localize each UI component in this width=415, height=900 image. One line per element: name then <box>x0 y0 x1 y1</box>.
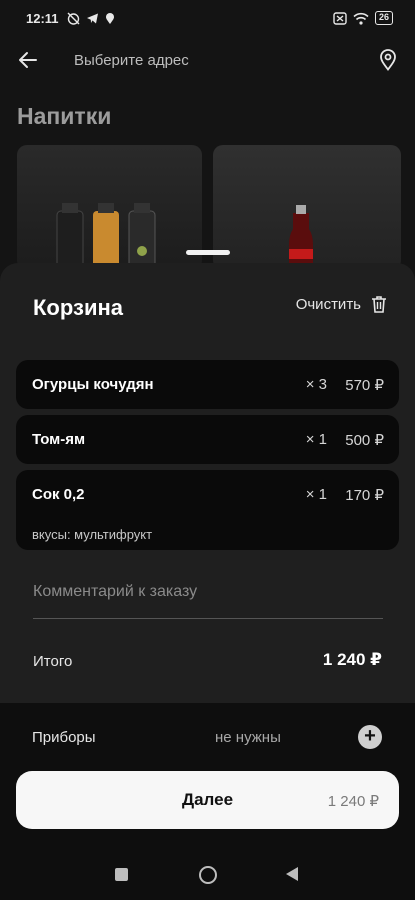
cart-item-option: вкусы: мультифрукт <box>32 527 153 542</box>
cart-item-name: Сок 0,2 <box>32 486 85 503</box>
status-bar: 12:11 26 <box>0 0 415 36</box>
back-icon[interactable] <box>286 867 298 881</box>
next-button[interactable]: Далее 1 240 ₽ <box>16 771 399 829</box>
cart-item-price: 170 ₽ <box>345 487 384 504</box>
cart-item-name: Огурцы кочудян <box>32 376 154 393</box>
cart-title: Корзина <box>33 295 123 320</box>
trash-icon <box>372 296 386 313</box>
cart-item[interactable]: Сок 0,2 × 1 170 ₽ вкусы: мультифрукт <box>16 470 399 550</box>
clear-cart-button[interactable]: Очистить <box>296 295 387 313</box>
cart-item[interactable]: Огурцы кочудян × 3 570 ₽ <box>16 360 399 409</box>
location-pin-icon[interactable] <box>379 49 397 71</box>
cola-bottle-image <box>289 205 313 270</box>
cart-item-qty: × 1 <box>305 486 327 503</box>
cart-item[interactable]: Том-ям × 1 500 ₽ <box>16 415 399 464</box>
wifi-icon <box>353 12 369 25</box>
battery-indicator: 26 <box>374 11 393 25</box>
sheet-drag-handle[interactable] <box>186 250 230 255</box>
cart-item-qty: × 3 <box>305 376 327 393</box>
telegram-icon <box>86 13 98 23</box>
cart-item-qty: × 1 <box>305 431 327 448</box>
add-cutlery-button[interactable]: + <box>358 725 382 749</box>
address-selector[interactable]: Выберите адрес <box>74 52 189 69</box>
cutlery-value: не нужны <box>215 729 281 746</box>
cart-item-price: 500 ₽ <box>345 432 384 449</box>
product-card-juices[interactable] <box>17 145 202 270</box>
system-nav-bar <box>0 848 415 900</box>
juice-bottles-image <box>56 203 156 270</box>
location-small-icon <box>105 12 114 24</box>
status-time: 12:11 <box>26 10 59 26</box>
cutlery-label: Приборы <box>32 729 96 746</box>
total-label: Итого <box>33 653 73 670</box>
home-icon[interactable] <box>199 866 217 884</box>
category-title: Напитки <box>17 103 112 129</box>
alarm-off-icon <box>67 12 80 25</box>
app-header: Выберите адрес <box>0 40 415 80</box>
total-value: 1 240 ₽ <box>322 650 382 669</box>
cart-item-price: 570 ₽ <box>345 377 384 394</box>
plus-icon: + <box>364 725 376 747</box>
cart-item-name: Том-ям <box>32 431 86 448</box>
cart-sheet: Корзина Очистить Огурцы кочудян × 3 570 … <box>0 263 415 703</box>
sim-icon <box>333 11 347 25</box>
recents-icon[interactable] <box>115 868 128 881</box>
order-comment-input[interactable]: Комментарий к заказу <box>33 583 383 619</box>
checkout-panel: Приборы не нужны + Далее 1 240 ₽ <box>0 703 415 848</box>
clear-cart-label: Очистить <box>295 295 361 313</box>
next-button-sum: 1 240 ₽ <box>327 793 379 810</box>
product-card-cola[interactable] <box>213 145 401 270</box>
back-arrow-icon[interactable] <box>18 51 38 69</box>
